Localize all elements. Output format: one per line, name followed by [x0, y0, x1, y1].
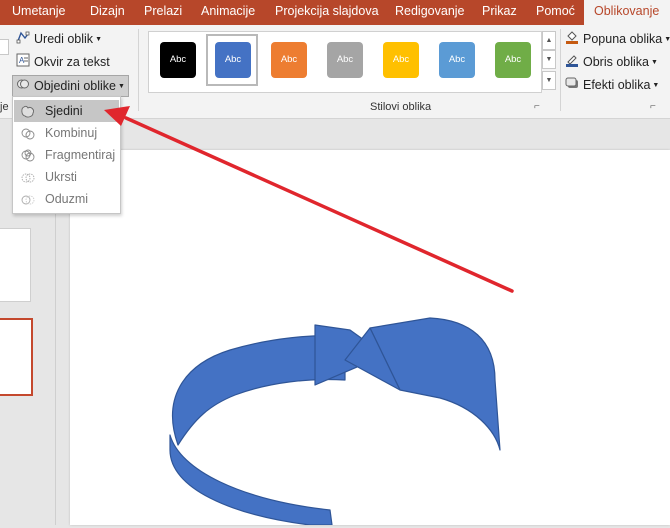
- ribbon-divider: [138, 29, 139, 111]
- shape-styles-dialog-launcher-icon[interactable]: ⌐: [534, 101, 540, 112]
- style-swatch-black[interactable]: Abc: [160, 42, 196, 78]
- slide-thumbnail-selected[interactable]: [0, 318, 33, 396]
- shape-outline-button[interactable]: Obris oblika ▼: [565, 52, 658, 72]
- ribbon-divider: [560, 29, 561, 111]
- menu-item-fragment-label: Fragmentiraj: [45, 148, 116, 162]
- edit-shape-label: Uredi oblik: [34, 32, 94, 46]
- style-swatch-orange[interactable]: Abc: [271, 42, 307, 78]
- slide-canvas[interactable]: [70, 150, 670, 526]
- menu-item-combine-label: Kombinuj: [45, 126, 98, 140]
- pen-icon: [565, 53, 579, 73]
- style-swatch-gold[interactable]: Abc: [383, 42, 419, 78]
- tab-help[interactable]: Pomoć: [536, 0, 575, 25]
- text-box-button[interactable]: A Okvir za tekst: [16, 52, 110, 72]
- menu-item-union-label: Sjedini: [45, 104, 83, 118]
- chevron-down-icon: ▼: [118, 82, 125, 90]
- tab-review[interactable]: Redigovanje: [395, 0, 465, 25]
- ribbon-partial-control[interactable]: [0, 39, 9, 55]
- tab-transitions[interactable]: Prelazi: [144, 0, 182, 25]
- slide-thumbnail[interactable]: [0, 228, 31, 302]
- menu-item-subtract-label: Oduzmi: [45, 192, 89, 206]
- merge-shapes-button[interactable]: Objedini oblike ▼: [12, 75, 129, 97]
- text-box-label: Okvir za tekst: [34, 55, 110, 69]
- menu-item-subtract[interactable]: Oduzmi: [14, 188, 119, 210]
- ribbon-tab-bar: Umetanje Dizajn Prelazi Animacije Projek…: [0, 0, 670, 25]
- edit-shape-icon: [16, 30, 30, 50]
- ruler-area: [56, 119, 670, 149]
- menu-item-intersect-label: Ukrsti: [45, 170, 77, 184]
- tab-animations[interactable]: Animacije: [201, 0, 255, 25]
- shape-fill-label: Popuna oblika: [583, 32, 663, 46]
- style-swatch-green[interactable]: Abc: [495, 42, 531, 78]
- shape-styles-group-label: Stilovi oblika: [370, 101, 432, 113]
- menu-item-intersect[interactable]: Ukrsti: [14, 166, 119, 188]
- menu-item-union[interactable]: Sjedini: [14, 100, 119, 122]
- merge-shapes-menu: Sjedini Kombinuj Fragmentiraj Ukrsti Odu…: [12, 96, 121, 214]
- paint-bucket-icon: [565, 30, 579, 50]
- chevron-down-icon: ▼: [664, 35, 670, 43]
- shape-format-dialog-launcher-icon[interactable]: ⌐: [650, 101, 656, 112]
- menu-item-fragment[interactable]: Fragmentiraj: [14, 144, 119, 166]
- subtract-icon: [20, 192, 36, 214]
- bottom-arrow-band: [169, 434, 333, 526]
- shape-fill-button[interactable]: Popuna oblika ▼: [565, 29, 670, 49]
- gallery-more-button[interactable]: ▼: [542, 71, 556, 90]
- gallery-scroll-up-button[interactable]: ▲: [542, 31, 556, 50]
- shape-effects-button[interactable]: Efekti oblika ▼: [565, 75, 659, 95]
- group-label-partial: je: [0, 101, 9, 113]
- tab-design[interactable]: Dizajn: [90, 0, 125, 25]
- tab-view[interactable]: Prikaz: [482, 0, 517, 25]
- shape-styles-gallery: Abc Abc Abc Abc Abc Abc Abc: [148, 31, 542, 93]
- menu-item-combine[interactable]: Kombinuj: [14, 122, 119, 144]
- chevron-down-icon: ▼: [651, 58, 658, 66]
- style-swatch-gray[interactable]: Abc: [327, 42, 363, 78]
- shape-outline-label: Obris oblika: [583, 55, 649, 69]
- merge-shapes-label: Objedini oblike: [34, 79, 116, 93]
- style-swatch-lightblue[interactable]: Abc: [439, 42, 475, 78]
- tab-slideshow[interactable]: Projekcija slajdova: [275, 0, 379, 25]
- tab-shape-format[interactable]: Oblikovanje: [584, 0, 670, 25]
- gallery-scroll-down-button[interactable]: ▼: [542, 50, 556, 69]
- edit-shape-button[interactable]: Uredi oblik ▼: [16, 29, 102, 49]
- style-swatch-blue[interactable]: Abc: [215, 42, 251, 78]
- shape-effects-icon: [565, 76, 579, 96]
- chevron-down-icon: ▼: [95, 35, 102, 43]
- merge-shapes-icon: [16, 77, 30, 97]
- chevron-down-icon: ▼: [652, 81, 660, 89]
- circular-arrows-shape[interactable]: [70, 150, 670, 526]
- text-box-icon: A: [16, 53, 30, 73]
- shape-effects-label: Efekti oblika: [583, 78, 651, 92]
- tab-insert[interactable]: Umetanje: [12, 0, 66, 25]
